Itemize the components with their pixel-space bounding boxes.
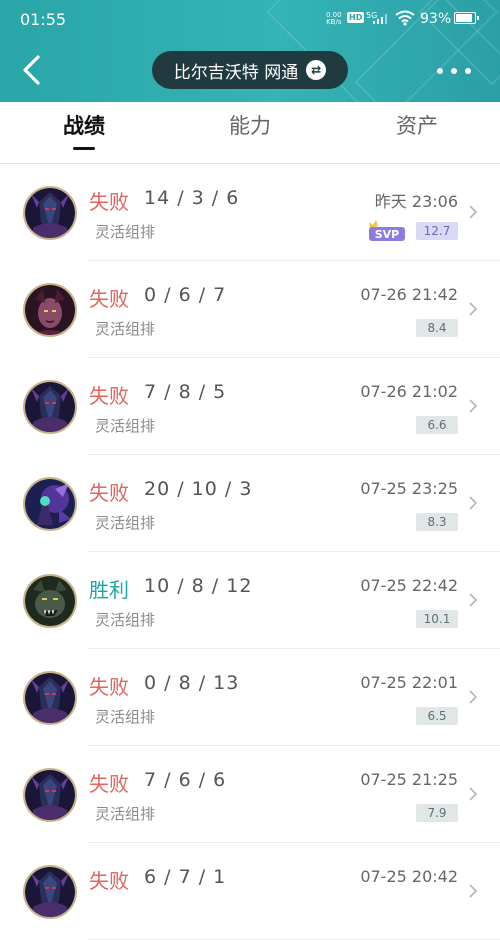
dark-knight-avatar (23, 768, 77, 822)
chevron-right-icon (469, 399, 478, 413)
match-mode: 灵活组排 (95, 223, 156, 241)
match-result: 胜利 (89, 578, 129, 602)
server-selector[interactable]: 比尔吉沃特 网通 ⇄ (152, 51, 348, 89)
match-kda: 7 / 6 / 6 (144, 769, 227, 791)
dark-knight-avatar (23, 865, 77, 919)
match-kda: 7 / 8 / 5 (144, 381, 227, 403)
match-mode: 灵活组排 (95, 611, 156, 629)
server-name: 比尔吉沃特 网通 (173, 62, 299, 83)
match-result: 失败 (89, 772, 129, 796)
chevron-right-icon (469, 884, 478, 898)
status-time: 01:55 (20, 10, 67, 29)
hd-badge: HD (347, 12, 365, 23)
match-time: 昨天 23:06 (374, 192, 458, 211)
match-score: 8.3 (416, 513, 458, 531)
match-kda: 0 / 8 / 13 (144, 672, 240, 694)
match-result: 失败 (89, 384, 129, 408)
match-row[interactable]: 失败 7 / 6 / 6 灵活组排 07-25 21:25 7.9 (0, 746, 500, 843)
void-mage-avatar (23, 477, 77, 531)
match-score: 10.1 (416, 610, 458, 628)
match-row[interactable]: 失败 0 / 8 / 13 灵活组排 07-25 22:01 6.5 (0, 649, 500, 746)
match-mode: 灵活组排 (95, 320, 156, 338)
back-arrow-icon[interactable] (18, 54, 48, 86)
match-time: 07-25 22:01 (360, 673, 458, 692)
chevron-right-icon (469, 205, 478, 219)
match-mode: 灵活组排 (95, 805, 156, 823)
active-tab-indicator (73, 147, 95, 150)
match-time: 07-25 23:25 (360, 479, 458, 498)
swap-icon: ⇄ (306, 60, 327, 80)
match-score: 8.4 (416, 319, 458, 337)
status-bar: 01:55 0.00 KB/s HD 5G 93% (0, 0, 500, 38)
tab-ability[interactable]: 能力 (226, 110, 274, 140)
match-time: 07-25 21:25 (360, 770, 458, 789)
battery-icon (454, 12, 479, 24)
match-time: 07-25 20:42 (360, 867, 458, 886)
match-time: 07-26 21:42 (360, 285, 458, 304)
match-row[interactable]: 失败 14 / 3 / 6 灵活组排 昨天 23:06 12.7 SVP (0, 164, 500, 261)
signal-bars-icon (373, 14, 387, 24)
tab-assets[interactable]: 资产 (393, 110, 441, 140)
match-kda: 0 / 6 / 7 (144, 284, 227, 306)
match-mode: 灵活组排 (95, 514, 156, 532)
tab-bar: 战绩 能力 资产 (0, 102, 500, 164)
more-options-icon[interactable] (437, 66, 471, 76)
match-score: 12.7 (416, 222, 458, 240)
net-speed: 0.00 KB/s (326, 11, 342, 26)
match-result: 失败 (89, 481, 129, 505)
chevron-right-icon (469, 302, 478, 316)
match-result: 失败 (89, 287, 129, 311)
match-result: 失败 (89, 869, 129, 893)
match-row[interactable]: 胜利 10 / 8 / 12 灵活组排 07-25 22:42 10.1 (0, 552, 500, 649)
app-header: 01:55 0.00 KB/s HD 5G 93% 比尔吉沃特 网通 ⇄ (0, 0, 500, 102)
tab-records[interactable]: 战绩 (60, 110, 108, 150)
match-time: 07-25 22:42 (360, 576, 458, 595)
match-row[interactable]: 失败 0 / 6 / 7 灵活组排 07-26 21:42 8.4 (0, 261, 500, 358)
battery-percent: 93% (420, 11, 452, 27)
match-kda: 20 / 10 / 3 (144, 478, 253, 500)
match-row[interactable]: 失败 20 / 10 / 3 灵活组排 07-25 23:25 8.3 (0, 455, 500, 552)
demon-woman-avatar (23, 283, 77, 337)
match-kda: 10 / 8 / 12 (144, 575, 253, 597)
chevron-right-icon (469, 787, 478, 801)
svp-label: SVP (375, 228, 400, 241)
match-time: 07-26 21:02 (360, 382, 458, 401)
match-score: 7.9 (416, 804, 458, 822)
chevron-right-icon (469, 496, 478, 510)
match-score: 6.5 (416, 707, 458, 725)
match-score: 6.6 (416, 416, 458, 434)
match-kda: 6 / 7 / 1 (144, 866, 227, 888)
dark-knight-avatar (23, 186, 77, 240)
wifi-icon (395, 10, 415, 26)
match-result: 失败 (89, 190, 129, 214)
match-mode: 灵活组排 (95, 708, 156, 726)
svp-badge: SVP (369, 220, 405, 241)
werewolf-avatar (23, 574, 77, 628)
match-kda: 14 / 3 / 6 (144, 187, 240, 209)
chevron-right-icon (469, 690, 478, 704)
chevron-right-icon (469, 593, 478, 607)
dark-knight-avatar (23, 671, 77, 725)
match-mode: 灵活组排 (95, 417, 156, 435)
match-result: 失败 (89, 675, 129, 699)
match-row[interactable]: 失败 7 / 8 / 5 灵活组排 07-26 21:02 6.6 (0, 358, 500, 455)
dark-knight-avatar (23, 380, 77, 434)
